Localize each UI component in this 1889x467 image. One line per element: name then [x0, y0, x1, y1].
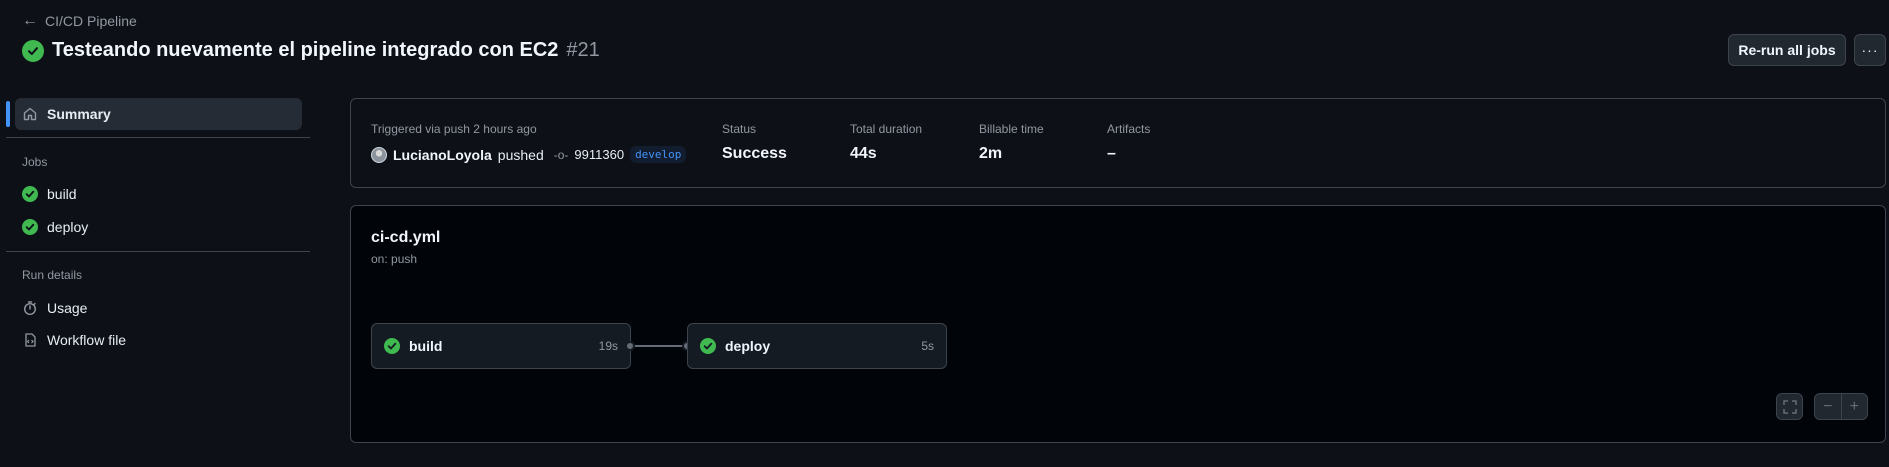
sidebar-item-build[interactable]: build [22, 186, 77, 202]
sidebar-item-label: Usage [47, 300, 88, 316]
trigger-details: LucianoLoyola pushed -o- 9911360 develop [371, 146, 687, 163]
workflow-graph-panel: ci-cd.yml on: push build 19s deploy 5s −… [350, 205, 1886, 443]
workflow-trigger: on: push [371, 252, 418, 266]
zoom-controls: − + [1814, 393, 1868, 420]
actor-link[interactable]: LucianoLoyola [393, 147, 492, 163]
sidebar-item-label: Summary [47, 106, 111, 122]
duration-value[interactable]: 44s [850, 145, 877, 163]
artifacts-label: Artifacts [1107, 122, 1151, 136]
sidebar-item-deploy[interactable]: deploy [22, 219, 88, 235]
arrow-left-icon: ← [22, 12, 38, 29]
billable-label: Billable time [979, 122, 1044, 136]
sidebar-item-label: Workflow file [47, 332, 127, 348]
check-circle-icon [22, 219, 38, 235]
check-circle-icon [22, 39, 44, 62]
sidebar-item-label: build [47, 186, 77, 202]
active-indicator [6, 101, 10, 127]
commit-link[interactable]: 9911360 [574, 147, 624, 162]
sidebar-item-label: deploy [47, 219, 89, 235]
artifacts-value: – [1107, 145, 1116, 162]
job-card-build[interactable]: build 19s [371, 323, 631, 369]
sidebar-item-workflow-file[interactable]: Workflow file [22, 332, 126, 348]
page-title: Testeando nuevamente el pipeline integra… [52, 39, 559, 61]
stopwatch-icon [22, 300, 38, 316]
back-link[interactable]: ← CI/CD Pipeline [22, 12, 137, 30]
job-name: build [409, 338, 443, 354]
rerun-all-jobs-button[interactable]: Re-run all jobs [1728, 34, 1846, 66]
connector-dot [625, 341, 635, 351]
job-name: deploy [725, 338, 771, 354]
git-commit-icon: -o- [553, 147, 569, 162]
job-duration: 5s [921, 339, 934, 353]
check-circle-icon [384, 338, 400, 354]
more-options-button[interactable]: ··· [1854, 34, 1886, 66]
kebab-horizontal-icon: ··· [1861, 42, 1879, 58]
sidebar-item-usage[interactable]: Usage [22, 300, 87, 316]
status-label: Status [722, 122, 757, 136]
run-details-heading: Run details [22, 268, 83, 282]
check-circle-icon [22, 186, 38, 202]
sidebar-divider [6, 251, 310, 252]
back-link-label: CI/CD Pipeline [45, 13, 137, 29]
zoom-in-button[interactable]: + [1842, 394, 1868, 419]
fullscreen-button[interactable] [1776, 393, 1803, 420]
job-card-deploy[interactable]: deploy 5s [687, 323, 947, 369]
jobs-heading: Jobs [22, 155, 48, 169]
action-text: pushed [497, 146, 544, 163]
fullscreen-icon [1782, 399, 1797, 414]
job-duration: 19s [598, 339, 618, 353]
file-code-icon [22, 332, 38, 348]
sidebar-divider [6, 137, 310, 138]
run-summary-panel: Triggered via push 2 hours ago LucianoLo… [350, 98, 1886, 188]
sidebar-item-summary[interactable]: Summary [15, 98, 302, 130]
page-title-row: Testeando nuevamente el pipeline integra… [22, 39, 600, 62]
duration-label: Total duration [850, 122, 923, 136]
workflow-name: ci-cd.yml [371, 229, 441, 246]
run-number: #21 [566, 39, 600, 61]
triggered-text: Triggered via push 2 hours ago [371, 122, 537, 136]
status-value: Success [722, 145, 787, 162]
avatar [371, 146, 387, 163]
check-circle-icon [700, 338, 716, 354]
home-icon [22, 106, 38, 122]
branch-badge[interactable]: develop [630, 146, 687, 163]
job-connector [630, 345, 687, 347]
zoom-out-button[interactable]: − [1815, 394, 1842, 419]
billable-value[interactable]: 2m [979, 145, 1002, 163]
